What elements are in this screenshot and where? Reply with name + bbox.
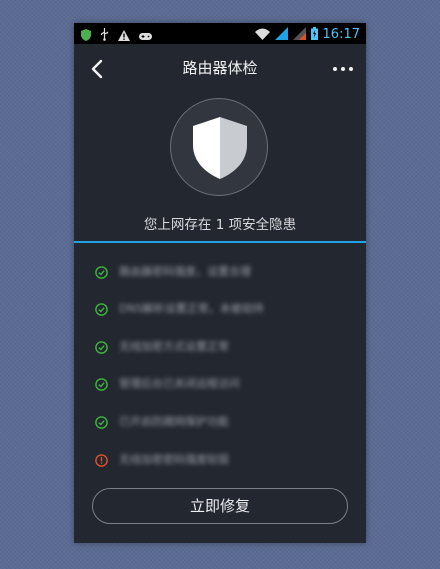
check-item-text: DNS解析设置正常，未被劫持	[119, 302, 264, 315]
more-menu-button[interactable]	[330, 57, 356, 81]
check-item-text: 无线加密方式设置正常	[119, 340, 229, 353]
check-item: 无线加密方式设置正常	[74, 328, 366, 365]
alert-circle-icon	[95, 452, 108, 467]
game-controller-icon	[139, 26, 152, 45]
signal-roaming-icon	[292, 25, 306, 44]
warning-icon	[118, 26, 130, 45]
shield-icon	[193, 117, 247, 179]
shield-badge	[170, 98, 268, 196]
page-title: 路由器体检	[182, 59, 258, 77]
check-circle-icon	[95, 264, 108, 279]
shield-app-icon	[81, 26, 91, 45]
check-item: 管理后台已关闭远程访问	[74, 365, 366, 402]
check-item-text: 已开启防蹭网保护功能	[119, 415, 229, 428]
battery-icon	[310, 25, 318, 44]
signal-icon	[274, 25, 288, 44]
check-item: 路由器密码强度，设置合理	[74, 253, 366, 290]
check-item: 已开启防蹭网保护功能	[74, 403, 366, 440]
status-time: 16:17	[322, 27, 360, 42]
more-horizontal-icon	[333, 67, 353, 71]
check-item-text: 路由器密码强度，设置合理	[119, 265, 251, 278]
fix-now-button[interactable]: 立即修复	[92, 488, 348, 524]
check-item-text: 无线加密密码强度较弱	[119, 453, 229, 466]
check-circle-icon	[95, 414, 108, 429]
usb-icon	[100, 26, 109, 45]
wifi-icon	[254, 25, 270, 44]
status-bar: 16:17	[74, 23, 366, 44]
progress-divider	[74, 241, 366, 243]
app-bar: 路由器体检	[74, 44, 366, 92]
security-summary: 您上网存在 1 项安全隐患	[143, 217, 297, 233]
check-circle-icon	[95, 339, 108, 354]
phone-screen: 16:17 路由器体检 您上网存在 1 项安全隐患 路由器密码强度，设置合理 D…	[74, 23, 366, 543]
check-item-text: 管理后台已关闭远程访问	[119, 377, 240, 390]
check-circle-icon	[95, 301, 108, 316]
check-item: DNS解析设置正常，未被劫持	[74, 290, 366, 327]
check-item-warning: 无线加密密码强度较弱	[74, 441, 366, 478]
check-circle-icon	[95, 376, 108, 391]
